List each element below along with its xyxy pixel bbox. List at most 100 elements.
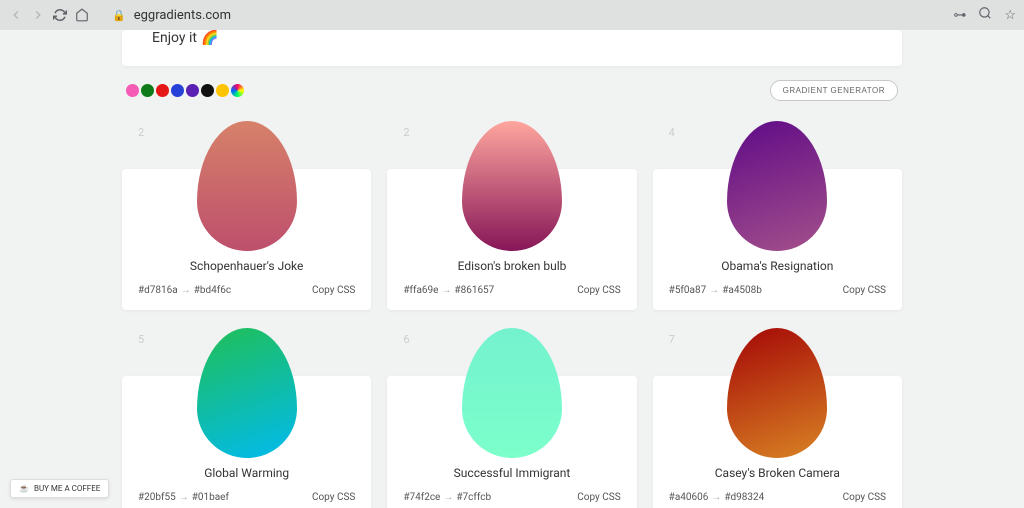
hex-to: #861657 <box>454 285 494 296</box>
egg-gradient <box>197 328 297 458</box>
color-filter-dots <box>126 84 244 97</box>
hex-from: #74f2ce <box>403 492 440 503</box>
coffee-label: BUY ME A COFFEE <box>34 484 100 493</box>
egg-gradient <box>462 328 562 458</box>
nav-buttons <box>8 7 90 23</box>
intro-text: Enjoy it 🌈 <box>152 30 872 46</box>
hex-codes: #d7816a→#bd4f6c <box>138 285 231 296</box>
egg-wrap: 4 <box>669 121 886 251</box>
card-title: Global Warming <box>138 466 355 480</box>
viewport: Enjoy it 🌈 GRADIENT GENERATOR 2 Schopenha… <box>0 30 1024 508</box>
hex-to: #d98324 <box>724 492 764 503</box>
egg-gradient <box>727 121 827 251</box>
card-number: 6 <box>403 333 409 346</box>
card-footer: #d7816a→#bd4f6c Copy CSS <box>138 285 355 296</box>
hex-from: #d7816a <box>138 285 178 296</box>
gradient-grid: 2Schopenhauer's Joke#d7816a→#bd4f6cCopy … <box>122 119 902 508</box>
hex-from: #20bf55 <box>138 492 176 503</box>
filter-dot[interactable] <box>171 84 184 97</box>
egg-wrap: 5 <box>138 328 355 458</box>
egg-wrap: 6 <box>403 328 620 458</box>
arrow-icon: → <box>443 492 453 503</box>
copy-css-button[interactable]: Copy CSS <box>577 492 620 503</box>
card-footer: #ffa69e→#861657 Copy CSS <box>403 285 620 296</box>
coffee-icon: ☕ <box>19 484 29 493</box>
egg-gradient <box>197 121 297 251</box>
lock-icon: 🔒 <box>112 9 126 22</box>
hex-to: #a4508b <box>722 285 762 296</box>
hex-codes: #74f2ce→#7cffcb <box>403 492 491 503</box>
card-title: Obama's Resignation <box>669 259 886 273</box>
gradient-generator-button[interactable]: GRADIENT GENERATOR <box>770 80 898 101</box>
card-title: Edison's broken bulb <box>403 259 620 273</box>
card-number: 5 <box>138 333 144 346</box>
arrow-icon: → <box>711 492 721 503</box>
card-footer: #74f2ce→#7cffcb Copy CSS <box>403 492 620 503</box>
filter-dot[interactable] <box>126 84 139 97</box>
reload-icon[interactable] <box>52 7 68 23</box>
card-title: Casey's Broken Camera <box>669 466 886 480</box>
card-number: 4 <box>669 126 675 139</box>
arrow-icon: → <box>709 285 719 296</box>
card-number: 2 <box>403 126 409 139</box>
url-bar[interactable]: 🔒 eggradients.com <box>102 4 941 26</box>
hex-from: #a40606 <box>669 492 709 503</box>
hex-from: #ffa69e <box>403 285 438 296</box>
filter-dot[interactable] <box>231 84 244 97</box>
gradient-card[interactable]: 2Edison's broken bulb#ffa69e→#861657Copy… <box>387 169 636 310</box>
egg-wrap: 7 <box>669 328 886 458</box>
filter-row: GRADIENT GENERATOR <box>122 80 902 101</box>
hex-to: #bd4f6c <box>194 285 231 296</box>
copy-css-button[interactable]: Copy CSS <box>843 285 886 296</box>
forward-icon[interactable] <box>30 7 46 23</box>
url-text: eggradients.com <box>134 8 231 23</box>
egg-wrap: 2 <box>403 121 620 251</box>
gradient-card[interactable]: 4Obama's Resignation#5f0a87→#a4508bCopy … <box>653 169 902 310</box>
card-title: Schopenhauer's Joke <box>138 259 355 273</box>
filter-dot[interactable] <box>201 84 214 97</box>
rainbow-emoji: 🌈 <box>201 30 218 46</box>
card-title: Successful Immigrant <box>403 466 620 480</box>
scroll-area[interactable]: Enjoy it 🌈 GRADIENT GENERATOR 2 Schopenha… <box>0 30 1024 508</box>
zoom-icon[interactable] <box>978 6 992 24</box>
card-number: 7 <box>669 333 675 346</box>
hex-codes: #5f0a87→#a4508b <box>669 285 762 296</box>
filter-dot[interactable] <box>216 84 229 97</box>
intro-card: Enjoy it 🌈 <box>122 30 902 66</box>
content: Enjoy it 🌈 GRADIENT GENERATOR 2 Schopenha… <box>122 30 902 508</box>
filter-dot[interactable] <box>141 84 154 97</box>
back-icon[interactable] <box>8 7 24 23</box>
hex-codes: #ffa69e→#861657 <box>403 285 494 296</box>
arrow-icon: → <box>179 492 189 503</box>
buy-coffee-button[interactable]: ☕ BUY ME A COFFEE <box>10 479 109 498</box>
star-icon[interactable]: ☆ <box>1004 8 1016 23</box>
egg-wrap: 2 <box>138 121 355 251</box>
hex-from: #5f0a87 <box>669 285 707 296</box>
hex-to: #01baef <box>192 492 229 503</box>
arrow-icon: → <box>441 285 451 296</box>
card-number: 2 <box>138 126 144 139</box>
gradient-card[interactable]: 6Successful Immigrant#74f2ce→#7cffcbCopy… <box>387 376 636 508</box>
copy-css-button[interactable]: Copy CSS <box>312 285 355 296</box>
key-icon[interactable]: ⊶ <box>953 8 966 23</box>
home-icon[interactable] <box>74 7 90 23</box>
copy-css-button[interactable]: Copy CSS <box>843 492 886 503</box>
filter-dot[interactable] <box>186 84 199 97</box>
gradient-card[interactable]: 5Global Warming#20bf55→#01baefCopy CSS <box>122 376 371 508</box>
egg-gradient <box>462 121 562 251</box>
gradient-card[interactable]: 2Schopenhauer's Joke#d7816a→#bd4f6cCopy … <box>122 169 371 310</box>
arrow-icon: → <box>181 285 191 296</box>
copy-css-button[interactable]: Copy CSS <box>577 285 620 296</box>
card-footer: #20bf55→#01baef Copy CSS <box>138 492 355 503</box>
filter-dot[interactable] <box>156 84 169 97</box>
egg-gradient <box>727 328 827 458</box>
hex-to: #7cffcb <box>456 492 491 503</box>
copy-css-button[interactable]: Copy CSS <box>312 492 355 503</box>
intro-line: Enjoy it <box>152 30 197 46</box>
hex-codes: #a40606→#d98324 <box>669 492 765 503</box>
gradient-card[interactable]: 7Casey's Broken Camera#a40606→#d98324Cop… <box>653 376 902 508</box>
browser-chrome: 🔒 eggradients.com ⊶ ☆ <box>0 0 1024 30</box>
chrome-right: ⊶ ☆ <box>953 6 1016 24</box>
card-footer: #a40606→#d98324 Copy CSS <box>669 492 886 503</box>
hex-codes: #20bf55→#01baef <box>138 492 229 503</box>
